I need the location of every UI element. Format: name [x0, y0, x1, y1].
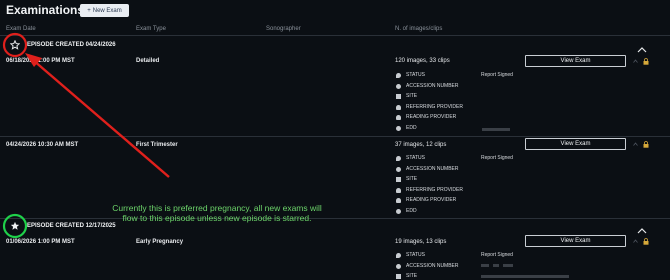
lock-icon	[643, 141, 649, 148]
chevron-up-icon[interactable]	[633, 239, 638, 243]
divider	[0, 136, 670, 137]
images-count: 120 images, 33 clips	[395, 58, 450, 64]
exam-date: 04/24/2026 10:30 AM MST	[6, 142, 79, 148]
images-count: 37 images, 12 clips	[395, 142, 447, 148]
exam-type: First Trimester	[136, 142, 178, 148]
person-icon	[396, 197, 401, 203]
field-site: SITE	[396, 176, 417, 182]
new-exam-label: New Exam	[92, 7, 122, 14]
star-filled-icon[interactable]	[7, 218, 23, 234]
field-edd: EDD	[396, 208, 417, 214]
star-outline-icon[interactable]	[7, 37, 23, 53]
field-edd: EDD	[396, 125, 417, 131]
building-icon	[396, 273, 401, 279]
plus-icon: +	[87, 7, 91, 14]
column-images: N. of images/clips	[395, 26, 443, 32]
field-status: STATUS	[396, 155, 425, 161]
field-referring-provider: REFERRING PROVIDER	[396, 187, 463, 193]
chevron-up-icon[interactable]	[633, 59, 638, 63]
view-exam-button[interactable]: View Exam	[525, 235, 626, 247]
view-exam-button[interactable]: View Exam	[525, 138, 626, 150]
field-accession: ACCESSION NUMBER	[396, 83, 459, 89]
person-icon	[396, 187, 401, 193]
redacted-value	[481, 275, 569, 278]
redacted-value	[482, 128, 510, 131]
person-icon	[396, 104, 401, 110]
chevron-up-icon[interactable]	[637, 222, 647, 234]
lock-icon	[643, 238, 649, 245]
status-value: Report Signed	[481, 72, 513, 78]
field-status: STATUS	[396, 252, 425, 258]
divider	[0, 35, 670, 36]
exam-type: Detailed	[136, 58, 160, 64]
episode-label: EPISODE CREATED 04/24/2026	[27, 42, 116, 48]
column-exam-date: Exam Date	[6, 26, 36, 32]
field-reading-provider: READING PROVIDER	[396, 197, 456, 203]
field-site: SITE	[396, 273, 417, 279]
images-count: 19 images, 13 clips	[395, 239, 447, 245]
annotation-note: Currently this is preferred pregnancy, a…	[112, 203, 322, 223]
field-accession: ACCESSION NUMBER	[396, 166, 459, 172]
clock-icon	[396, 263, 401, 269]
status-value: Report Signed	[481, 155, 513, 161]
building-icon	[396, 176, 401, 182]
page-header: Examinations + New Exam	[0, 0, 670, 22]
pin-icon	[396, 155, 401, 161]
clock-icon	[396, 83, 401, 89]
column-exam-type: Exam Type	[136, 26, 166, 32]
exam-type: Early Pregnancy	[136, 239, 184, 245]
arrow-line	[32, 59, 170, 178]
person-icon	[396, 114, 401, 120]
field-status: STATUS	[396, 72, 425, 78]
view-exam-button[interactable]: View Exam	[525, 55, 626, 67]
page-title: Examinations	[6, 3, 85, 17]
field-site: SITE	[396, 93, 417, 99]
redacted-value	[503, 264, 513, 267]
new-exam-button[interactable]: + New Exam	[80, 4, 129, 17]
clock-icon	[396, 166, 401, 172]
baby-icon	[396, 208, 401, 214]
exam-date: 01/06/2026 1:00 PM MST	[6, 239, 75, 245]
divider	[0, 218, 670, 219]
exam-date: 06/18/2026 1:00 PM MST	[6, 58, 75, 64]
redacted-value	[481, 264, 489, 267]
status-value: Report Signed	[481, 252, 513, 258]
chevron-up-icon[interactable]	[637, 41, 647, 53]
baby-icon	[396, 125, 401, 131]
lock-icon	[643, 58, 649, 65]
pin-icon	[396, 252, 401, 258]
field-referring-provider: REFERRING PROVIDER	[396, 104, 463, 110]
column-sonographer: Sonographer	[266, 26, 301, 32]
redacted-value	[493, 264, 499, 267]
episode-label: EPISODE CREATED 12/17/2025	[27, 223, 116, 229]
building-icon	[396, 93, 401, 99]
chevron-up-icon[interactable]	[633, 142, 638, 146]
field-reading-provider: READING PROVIDER	[396, 114, 456, 120]
pin-icon	[396, 72, 401, 78]
field-accession: ACCESSION NUMBER	[396, 263, 459, 269]
